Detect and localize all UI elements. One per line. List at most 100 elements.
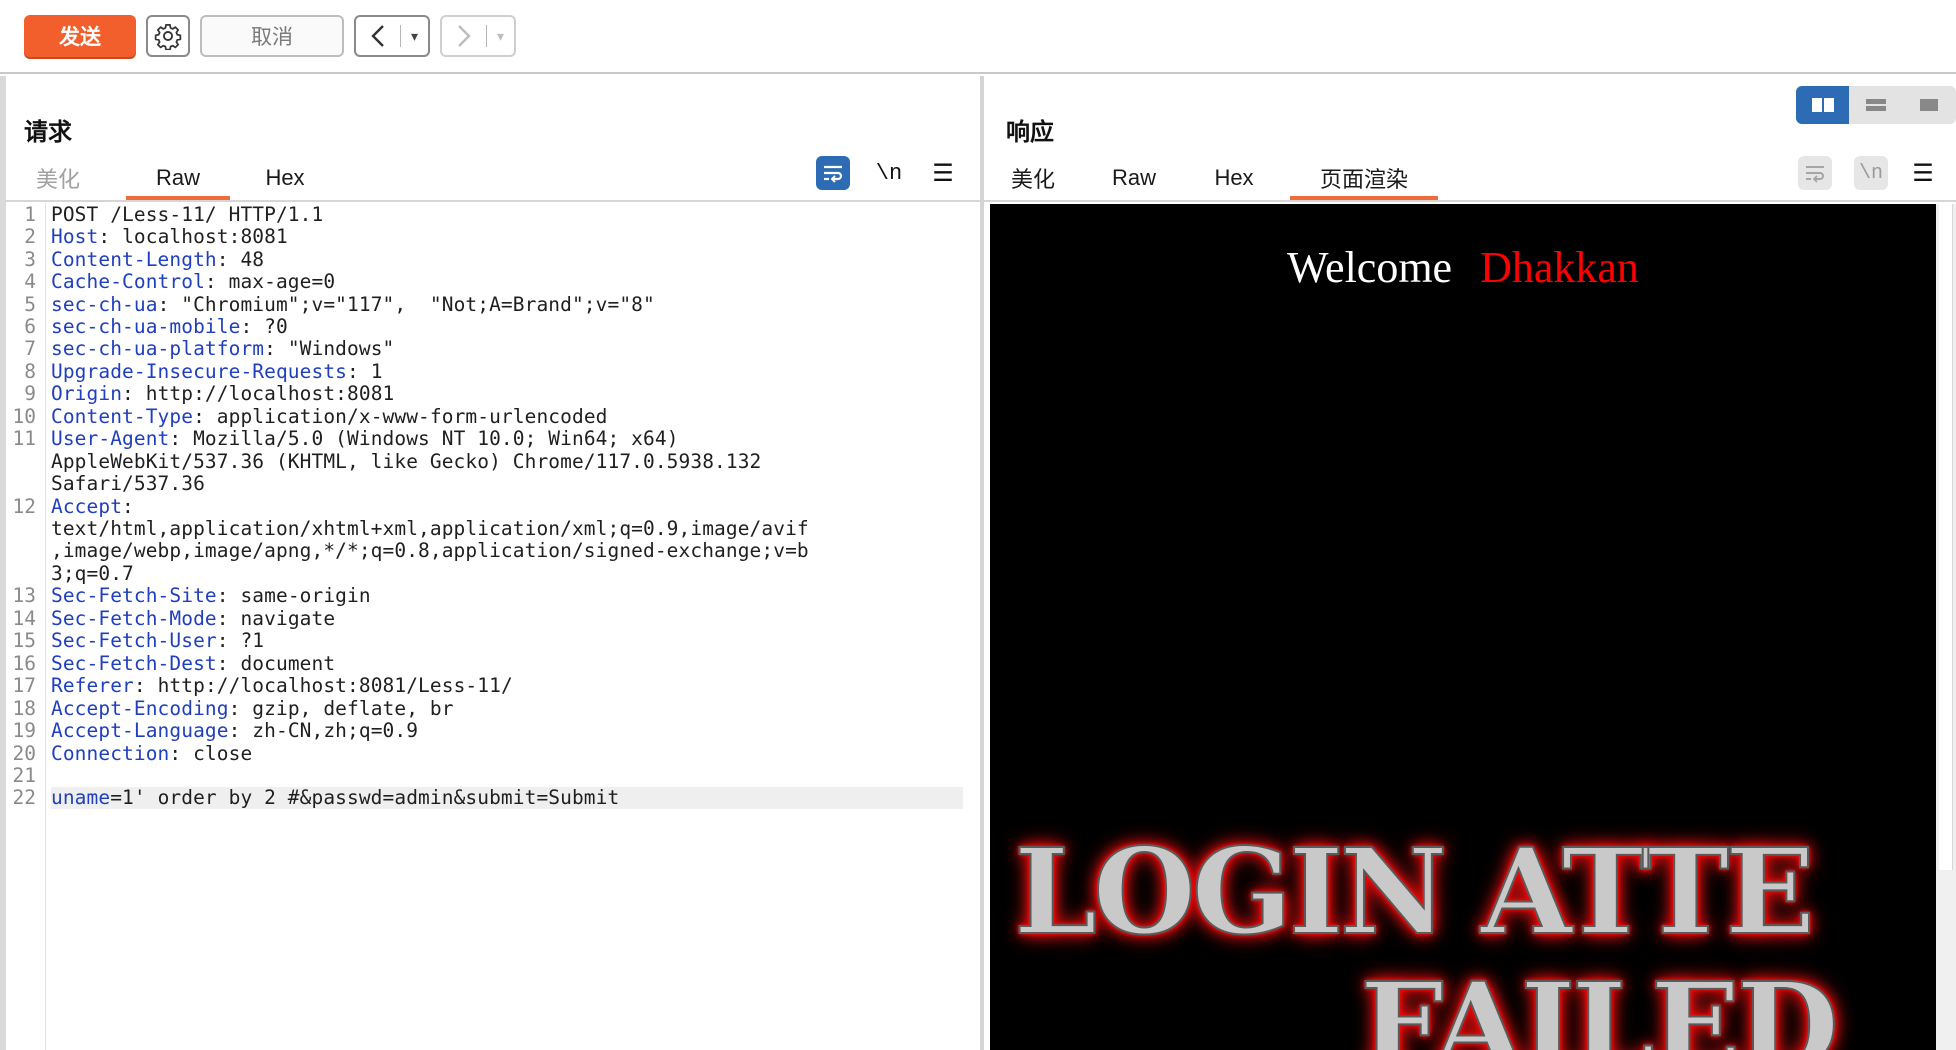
code-text: Accept-Language: zh-CN,zh;q=0.9 xyxy=(51,719,418,742)
header-separator: : xyxy=(264,337,288,361)
tab-divider xyxy=(6,200,980,202)
header-separator: : xyxy=(228,696,253,720)
tab-pretty[interactable]: 美化 xyxy=(22,156,94,200)
header-separator: : xyxy=(228,719,253,743)
word-wrap-toggle[interactable] xyxy=(816,156,850,190)
header-name: Content-Length xyxy=(51,247,217,271)
response-title: 响应 xyxy=(1006,118,1054,146)
code-line: 21 xyxy=(6,764,980,787)
header-separator: : xyxy=(157,292,182,316)
header-separator: : xyxy=(240,314,265,338)
code-text: sec-ch-ua: "Chromium";v="117", "Not;A=Br… xyxy=(51,293,655,316)
header-value: 48 xyxy=(240,247,265,271)
header-separator: : xyxy=(122,382,146,406)
rows-icon xyxy=(1865,99,1886,111)
back-history-dropdown[interactable]: ▾ xyxy=(401,17,428,55)
code-text: Referer: http://localhost:8081/Less-11/ xyxy=(51,674,513,697)
line-number: 16 xyxy=(12,651,36,675)
tab-render[interactable]: 页面渲染 xyxy=(1290,156,1438,200)
code-text: User-Agent: Mozilla/5.0 (Windows NT 10.0… xyxy=(51,427,679,450)
line-number: 20 xyxy=(12,741,36,765)
code-line: 15 Sec-Fetch-User: ?1 xyxy=(6,629,980,653)
code-text: AppleWebKit/537.36 (KHTML, like Gecko) C… xyxy=(51,450,761,473)
code-text: POST /Less-11/ HTTP/1.1 xyxy=(51,203,323,226)
code-line: 10 Content-Type: application/x-www-form-u… xyxy=(6,404,980,428)
header-value: 1 xyxy=(370,359,383,383)
send-button[interactable]: 发送 xyxy=(24,15,136,57)
code-text: Sec-Fetch-Site: same-origin xyxy=(51,584,371,607)
code-line: 18 Accept-Encoding: gzip, deflate, br xyxy=(6,696,980,720)
tab-pretty[interactable]: 美化 xyxy=(1002,156,1064,200)
line-number: 12 xyxy=(12,494,36,518)
code-line: 20 Connection: close xyxy=(6,741,980,765)
layout-single-button[interactable] xyxy=(1903,86,1956,124)
header-separator: : xyxy=(98,225,123,249)
header-name: sec-ch-ua-platform xyxy=(51,337,265,361)
welcome-heading: Welcome Dhakkan xyxy=(990,242,1936,293)
code-line: 11 User-Agent: Mozilla/5.0 (Windows NT 10… xyxy=(6,427,980,451)
request-editor[interactable]: 1 POST /Less-11/ HTTP/1.1 2 Host: localhost… xyxy=(6,203,980,1050)
chevron-left-icon xyxy=(356,17,400,55)
forward-button[interactable]: ▾ xyxy=(440,15,516,57)
header-separator: : xyxy=(216,629,241,653)
code-line: 14 Sec-Fetch-Mode: navigate xyxy=(6,606,980,630)
header-value: ?0 xyxy=(264,314,288,338)
line-number: 14 xyxy=(12,606,36,630)
settings-button[interactable] xyxy=(146,15,190,57)
chevron-right-icon xyxy=(442,17,486,55)
header-name: Cache-Control xyxy=(51,270,205,294)
single-pane-icon xyxy=(1920,99,1939,111)
code-line: 1 POST /Less-11/ HTTP/1.1 xyxy=(6,203,980,226)
forward-history-dropdown[interactable]: ▾ xyxy=(487,17,514,55)
header-name: Sec-Fetch-User xyxy=(51,629,217,653)
header-name: Upgrade-Insecure-Requests xyxy=(51,359,347,383)
tab-hex[interactable]: Hex xyxy=(250,156,320,200)
line-number: 11 xyxy=(12,427,36,451)
show-newlines-toggle[interactable]: \n xyxy=(872,156,906,190)
header-value: close xyxy=(193,741,253,765)
code-text: Sec-Fetch-Mode: navigate xyxy=(51,607,335,630)
code-text: Sec-Fetch-User: ?1 xyxy=(51,629,264,652)
code-line: 9 Origin: http://localhost:8081 xyxy=(6,382,980,406)
back-button[interactable]: ▾ xyxy=(354,15,430,57)
header-separator: : xyxy=(169,427,194,451)
header-name: sec-ch-ua-mobile xyxy=(51,314,241,338)
header-separator: : xyxy=(216,606,241,630)
tab-raw[interactable]: Raw xyxy=(1104,156,1164,200)
tab-hex[interactable]: Hex xyxy=(1206,156,1262,200)
code-line: 13 Sec-Fetch-Site: same-origin xyxy=(6,584,980,607)
header-name: uname xyxy=(51,786,111,810)
header-value: POST /Less-11/ HTTP/1.1 xyxy=(51,202,324,226)
request-title: 请求 xyxy=(24,118,72,146)
code-line: 6 sec-ch-ua-mobile: ?0 xyxy=(6,314,980,338)
code-text: Host: localhost:8081 xyxy=(51,225,288,248)
code-line: 8 Upgrade-Insecure-Requests: 1 xyxy=(6,359,980,383)
line-number: 15 xyxy=(12,629,36,653)
header-separator: : xyxy=(347,359,371,383)
layout-side-by-side-button[interactable] xyxy=(1796,86,1850,124)
code-line: 5 sec-ch-ua: "Chromium";v="117", "Not;A=B… xyxy=(6,293,980,316)
header-separator: = xyxy=(110,786,123,810)
header-value: text/html,application/xhtml+xml,applicat… xyxy=(51,517,809,541)
code-line: 4 Cache-Control: max-age=0 xyxy=(6,270,980,294)
line-number: 4 xyxy=(24,270,36,294)
code-line: 12 Accept: xyxy=(6,494,980,518)
layout-stacked-button[interactable] xyxy=(1849,86,1902,124)
tab-raw[interactable]: Raw xyxy=(126,156,230,200)
scrollbar-thumb[interactable] xyxy=(1939,204,1953,870)
header-name: Connection xyxy=(51,741,170,765)
header-value: Mozilla/5.0 (Windows NT 10.0; Win64; x64… xyxy=(193,427,679,451)
menu-icon[interactable]: ☰ xyxy=(926,156,960,190)
rendered-page: Welcome Dhakkan LOGIN ATTE FAILED xyxy=(990,204,1936,1050)
tab-divider xyxy=(984,200,1956,202)
response-tabs: 美化 Raw Hex 页面渲染 xyxy=(1002,156,1438,200)
line-number: 10 xyxy=(12,404,36,428)
cancel-button[interactable]: 取消 xyxy=(200,15,344,57)
menu-icon[interactable]: ☰ xyxy=(1906,156,1940,190)
code-line: text/html,application/xhtml+xml,applicat… xyxy=(6,517,980,541)
request-panel: 请求 美化 Raw Hex \n ☰ 1 POST /Less-11/ HTTP/… xyxy=(0,76,980,1050)
code-line: 7 sec-ch-ua-platform: "Windows" xyxy=(6,337,980,361)
render-scrollbar[interactable] xyxy=(1936,204,1956,1050)
user-name-text: Dhakkan xyxy=(1480,243,1639,292)
header-name: Accept xyxy=(51,494,123,518)
